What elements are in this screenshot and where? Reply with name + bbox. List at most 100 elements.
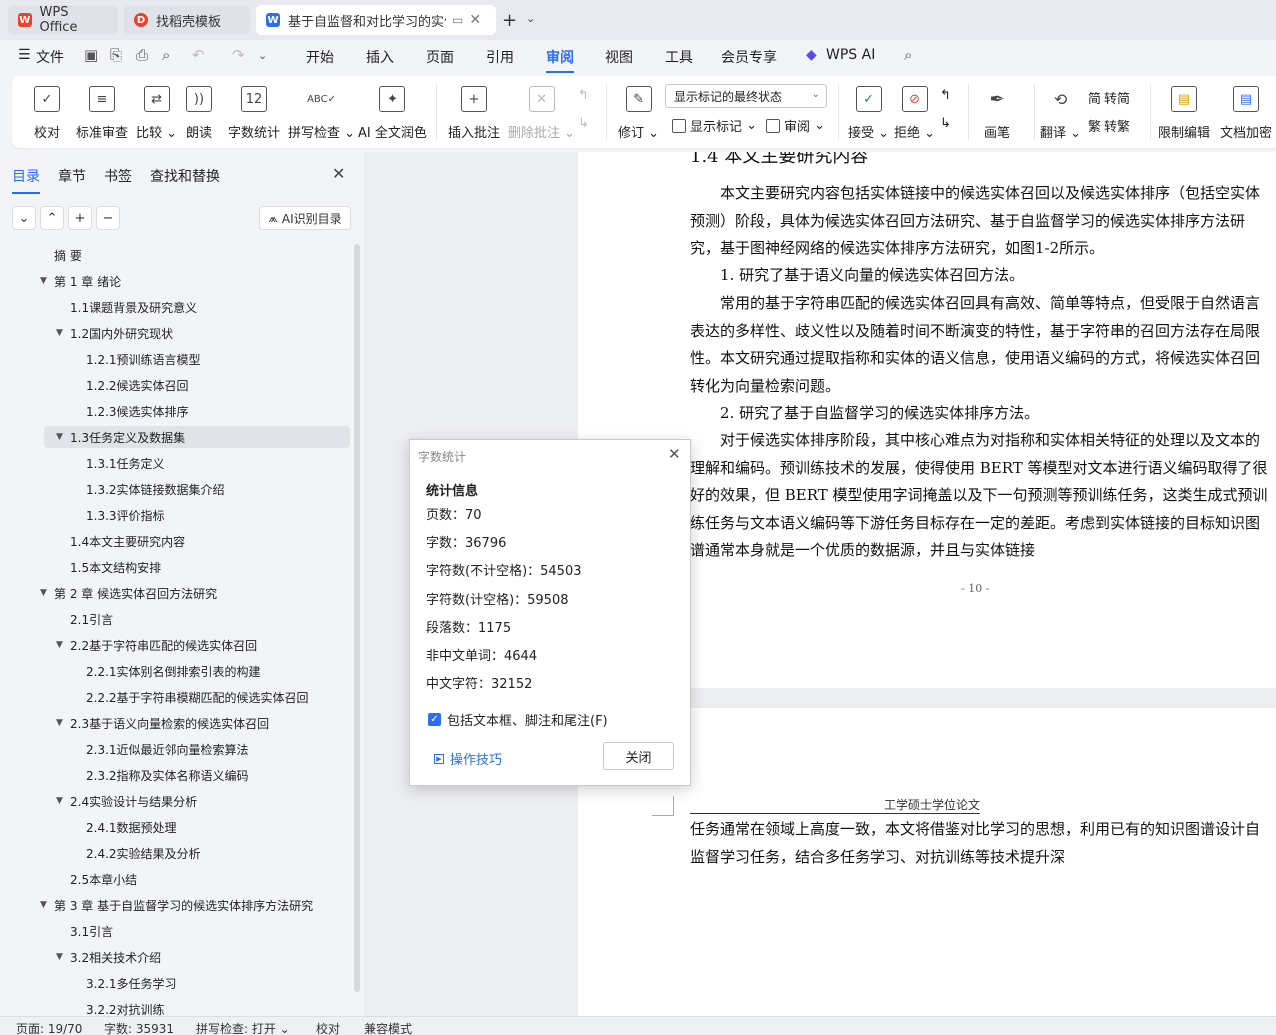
caret-down-icon[interactable]: ▼ <box>40 900 47 910</box>
redo-icon[interactable]: ↷ <box>232 46 245 64</box>
tab-toc[interactable]: 目录 <box>12 166 40 194</box>
tab-find-templates[interactable]: D 找稻壳模板 <box>124 5 250 35</box>
caret-down-icon[interactable]: ▼ <box>56 718 63 728</box>
menu-review[interactable]: 审阅 <box>546 47 574 73</box>
show-markup-select[interactable]: 显示标记的最终状态 ⌄ <box>665 84 827 108</box>
toc-item[interactable]: 2.4.1数据预处理 <box>0 816 350 838</box>
word-count-button[interactable]: 12 字数统计 <box>228 82 280 142</box>
next-comment-icon[interactable]: ↳ <box>578 116 589 131</box>
tab-chapters[interactable]: 章节 <box>58 166 86 186</box>
to-traditional-button[interactable]: 繁 转繁 <box>1088 116 1130 135</box>
toc-item[interactable]: 1.3.1任务定义 <box>0 452 350 474</box>
pen-button[interactable]: ✒ 画笔 <box>984 82 1010 142</box>
standard-review-button[interactable]: ≡ 标准审查 <box>76 82 128 142</box>
status-page[interactable]: 页面: 19/70 <box>16 1020 82 1035</box>
toc-item[interactable]: 1.3.3评价指标 <box>0 504 350 526</box>
include-textboxes-checkbox[interactable]: ✓ 包括文本框、脚注和尾注(F) <box>428 710 608 729</box>
toc-item[interactable]: ▼ 2.3基于语义向量检索的候选实体召回 <box>0 712 350 734</box>
status-word-count[interactable]: 字数: 35931 <box>104 1020 174 1035</box>
caret-down-icon[interactable]: ▼ <box>40 588 47 598</box>
caret-down-icon[interactable]: ▼ <box>56 952 63 962</box>
add-heading-button[interactable]: + <box>68 206 92 230</box>
menu-view[interactable]: 视图 <box>605 47 633 67</box>
status-proofread[interactable]: 校对 <box>316 1020 340 1035</box>
reject-button[interactable]: ⊘ 拒绝 ⌄ <box>894 82 935 142</box>
previous-comment-icon[interactable]: ↰ <box>578 88 589 103</box>
tab-document[interactable]: W 基于自监督和对比学习的实体 ▭ ✕ <box>256 5 496 35</box>
toc-item[interactable]: 3.2.1多任务学习 <box>0 972 350 994</box>
caret-down-icon[interactable]: ▼ <box>56 432 63 442</box>
toc-item[interactable]: 1.1课题背景及研究意义 <box>0 296 350 318</box>
export-icon[interactable]: ⎘ <box>110 46 122 64</box>
toc-item[interactable]: ▼ 3.2相关技术介绍 <box>0 946 350 968</box>
menu-references[interactable]: 引用 <box>486 47 514 67</box>
caret-down-icon[interactable]: ▼ <box>56 640 63 650</box>
menu-home[interactable]: 开始 <box>306 47 334 67</box>
toc-item[interactable]: ▼ 1.2国内外研究现状 <box>0 322 350 344</box>
proofread-button[interactable]: ✓ 校对 <box>34 82 60 142</box>
toc-item[interactable]: 1.4本文主要研究内容 <box>0 530 350 552</box>
track-changes-button[interactable]: ✎ 修订 ⌄ <box>618 82 659 142</box>
to-simplified-button[interactable]: 简 转简 <box>1088 88 1130 107</box>
toc-item[interactable]: ▼ 第 1 章 绪论 <box>0 270 350 292</box>
caret-down-icon[interactable]: ▼ <box>56 328 63 338</box>
tips-link[interactable]: ▶ 操作技巧 <box>434 749 502 768</box>
status-spell-check[interactable]: 拼写检查: 打开 ⌄ <box>196 1020 290 1035</box>
toc-item[interactable]: 2.3.2指称及实体名称语义编码 <box>0 764 350 786</box>
menu-wps-ai[interactable]: WPS AI <box>826 47 875 63</box>
spell-check-button[interactable]: ABC✓ 拼写检查 ⌄ <box>288 82 355 142</box>
collapse-all-button[interactable]: ⌄ <box>12 206 36 230</box>
close-icon[interactable]: ✕ <box>332 164 345 183</box>
toc-item[interactable]: 2.1引言 <box>0 608 350 630</box>
translate-button[interactable]: ⟲ 翻译 ⌄ <box>1040 82 1081 142</box>
ai-polish-button[interactable]: ✦ AI 全文润色 <box>358 82 427 142</box>
previous-change-icon[interactable]: ↰ <box>940 88 951 103</box>
search-icon[interactable]: ⌕ <box>904 46 912 64</box>
menu-insert[interactable]: 插入 <box>366 47 394 67</box>
chevron-down-icon[interactable]: ⌄ <box>526 12 535 25</box>
toc-item[interactable]: 3.2.2对抗训练 <box>0 998 350 1017</box>
new-tab-plus-icon[interactable]: + <box>502 10 517 31</box>
toc-item[interactable]: 3.1引言 <box>0 920 350 942</box>
expand-up-button[interactable]: ⌃ <box>40 206 64 230</box>
tab-bookmarks[interactable]: 书签 <box>104 166 132 186</box>
menu-page[interactable]: 页面 <box>426 47 454 67</box>
toc-item[interactable]: 摘 要 <box>0 244 350 266</box>
toc-item[interactable]: 1.2.1预训练语言模型 <box>0 348 350 370</box>
accept-button[interactable]: ✓ 接受 ⌄ <box>848 82 889 142</box>
toc-item[interactable]: ▼ 2.2基于字符串匹配的候选实体召回 <box>0 634 350 656</box>
toc-item[interactable]: 1.5本文结构安排 <box>0 556 350 578</box>
menu-tools[interactable]: 工具 <box>665 47 693 67</box>
show-markup-button[interactable]: 显示标记 ⌄ <box>672 116 757 135</box>
close-button[interactable]: 关闭 <box>603 742 674 770</box>
menu-member[interactable]: 会员专享 <box>721 47 777 67</box>
toc-item[interactable]: 2.5本章小结 <box>0 868 350 890</box>
toc-item[interactable]: ▼ 2.4实验设计与结果分析 <box>0 790 350 812</box>
menu-file[interactable]: 文件 <box>36 47 64 67</box>
toc-item[interactable]: 1.3.2实体链接数据集介绍 <box>0 478 350 500</box>
review-pane-button[interactable]: 审阅 ⌄ <box>766 116 825 135</box>
tab-wps-office[interactable]: W WPS Office <box>8 5 118 35</box>
hamburger-icon[interactable]: ☰ <box>18 47 31 63</box>
caret-down-icon[interactable]: ▼ <box>56 796 63 806</box>
toc-item[interactable]: 1.2.2候选实体召回 <box>0 374 350 396</box>
monitor-icon[interactable]: ▭ <box>452 13 463 27</box>
caret-down-icon[interactable]: ▼ <box>40 276 47 286</box>
save-icon[interactable]: ▣ <box>84 46 98 64</box>
delete-comment-button[interactable]: ✕ 删除批注 ⌄ <box>508 82 575 142</box>
compare-button[interactable]: ⇄ 比较 ⌄ <box>136 82 177 142</box>
undo-icon[interactable]: ↶ <box>192 46 205 64</box>
doc-encrypt-button[interactable]: ▤ 文档加密 <box>1220 82 1272 142</box>
tab-find-replace[interactable]: 查找和替换 <box>150 166 220 186</box>
close-icon[interactable]: ✕ <box>668 445 681 463</box>
toc-scrollbar[interactable] <box>354 244 360 992</box>
insert-comment-button[interactable]: + 插入批注 <box>448 82 500 142</box>
toc-item[interactable]: 2.2.1实体别名倒排索引表的构建 <box>0 660 350 682</box>
next-change-icon[interactable]: ↳ <box>940 116 951 131</box>
toc-item[interactable]: 2.3.1近似最近邻向量检索算法 <box>0 738 350 760</box>
toc-item[interactable]: ▼ 第 3 章 基于自监督学习的候选实体排序方法研究 <box>0 894 350 916</box>
ai-toc-button[interactable]: ⩕ AI识别目录 <box>259 206 351 230</box>
chevron-down-icon[interactable]: ⌄ <box>258 49 267 62</box>
toc-item[interactable]: 2.4.2实验结果及分析 <box>0 842 350 864</box>
close-icon[interactable]: ✕ <box>469 12 481 28</box>
